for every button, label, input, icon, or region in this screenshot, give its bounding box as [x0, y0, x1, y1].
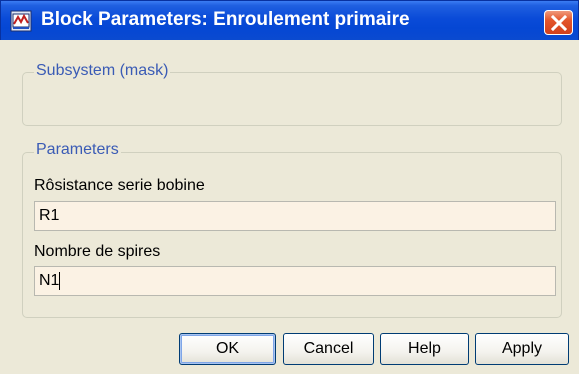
resistance-label: Rôsistance serie bobine: [34, 177, 205, 194]
resistance-input-value: R1: [39, 207, 60, 224]
parameters-legend: Parameters: [34, 141, 121, 159]
text-caret: [59, 272, 61, 290]
resistance-input[interactable]: R1: [34, 201, 556, 231]
block-parameters-dialog: Block Parameters: Enroulement primaire S…: [0, 0, 579, 374]
nombre-spires-input-value: N1: [39, 272, 60, 289]
cancel-button[interactable]: Cancel: [283, 333, 374, 365]
dialog-body: Subsystem (mask) Parameters Rôsistance s…: [3, 40, 576, 371]
title-bar[interactable]: Block Parameters: Enroulement primaire: [0, 0, 579, 40]
subsystem-mask-legend: Subsystem (mask): [34, 62, 171, 80]
help-button[interactable]: Help: [380, 333, 469, 365]
nombre-spires-label: Nombre de spires: [34, 243, 161, 260]
window-title: Block Parameters: Enroulement primaire: [41, 9, 410, 30]
close-x-icon: [551, 15, 567, 31]
close-button[interactable]: [544, 10, 573, 35]
subsystem-mask-group: [22, 72, 562, 126]
nombre-spires-input[interactable]: N1: [34, 266, 556, 296]
apply-button[interactable]: Apply: [475, 333, 569, 365]
simulink-block-icon: [10, 10, 32, 32]
ok-button[interactable]: OK: [179, 333, 276, 365]
